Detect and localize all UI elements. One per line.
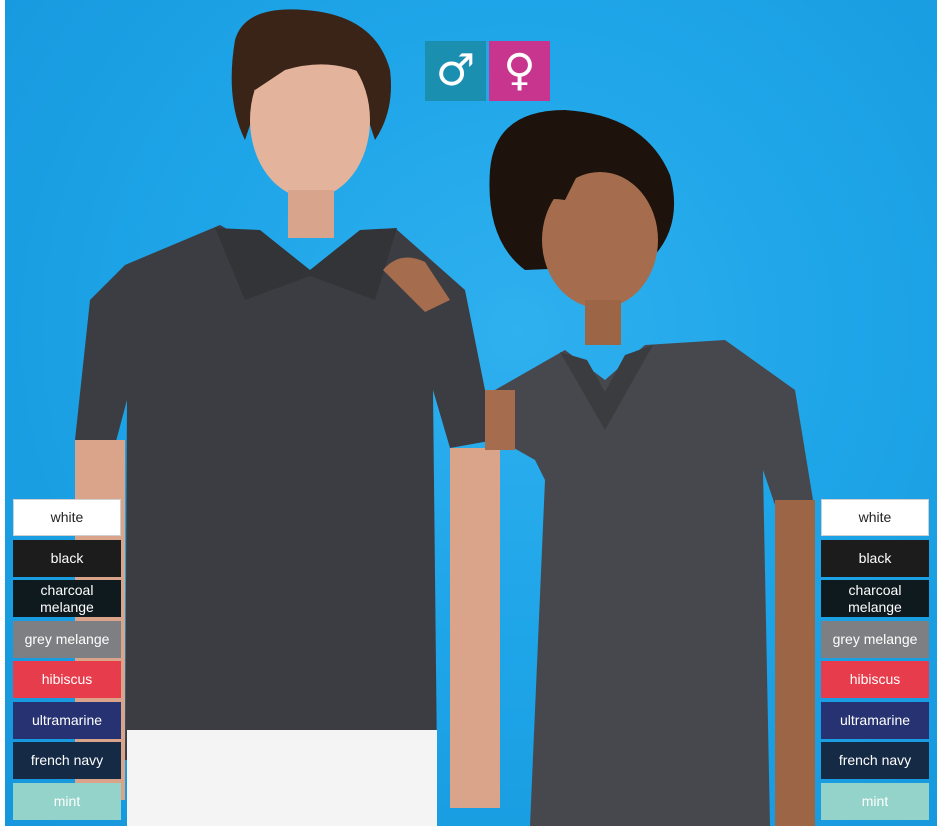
swatch-label: hibiscus [849,671,901,687]
swatch-label: grey melange [24,630,110,647]
swatch-label: french navy [838,752,912,768]
swatch-black[interactable]: black [821,539,929,577]
swatch-label: french navy [30,752,104,768]
swatch-grey-melange[interactable]: grey melange [821,620,929,658]
swatch-french-navy[interactable]: french navy [821,742,929,779]
swatch-grey-melange[interactable]: grey melange [13,620,121,658]
swatch-black[interactable]: black [13,539,121,577]
female-symbol-icon: ♀ [489,41,550,101]
product-colour-sheet: ♂ ♀ white black charcoal melange grey me… [0,0,944,830]
swatch-white[interactable]: white [821,499,929,536]
male-symbol-icon: ♂ [425,41,486,101]
swatch-french-navy[interactable]: french navy [13,742,121,779]
colour-palette-men: white black charcoal melange grey melang… [13,499,121,823]
swatch-mint[interactable]: mint [821,782,929,820]
swatch-label: charcoal melange [848,581,902,615]
swatch-label: black [50,549,84,566]
swatch-label: mint [53,792,81,809]
swatch-charcoal-melange[interactable]: charcoal melange [13,580,121,617]
swatch-ultramarine[interactable]: ultramarine [13,701,121,739]
swatch-charcoal-melange[interactable]: charcoal melange [821,580,929,617]
models-photo [5,0,937,826]
swatch-label: mint [861,792,889,809]
swatch-label: charcoal melange [40,581,94,615]
models-illustration [75,9,815,826]
female-model [383,110,815,826]
swatch-label: hibiscus [41,671,93,687]
swatch-mint[interactable]: mint [13,782,121,820]
male-model [75,9,500,826]
swatch-label: ultramarine [31,711,103,728]
swatch-label: white [858,509,892,525]
colour-palette-women: white black charcoal melange grey melang… [821,499,929,823]
swatch-hibiscus[interactable]: hibiscus [13,661,121,698]
swatch-ultramarine[interactable]: ultramarine [821,701,929,739]
swatch-label: white [50,509,84,525]
swatch-label: ultramarine [839,711,911,728]
swatch-hibiscus[interactable]: hibiscus [821,661,929,698]
swatch-label: grey melange [832,630,918,647]
swatch-label: black [858,549,892,566]
swatch-white[interactable]: white [13,499,121,536]
